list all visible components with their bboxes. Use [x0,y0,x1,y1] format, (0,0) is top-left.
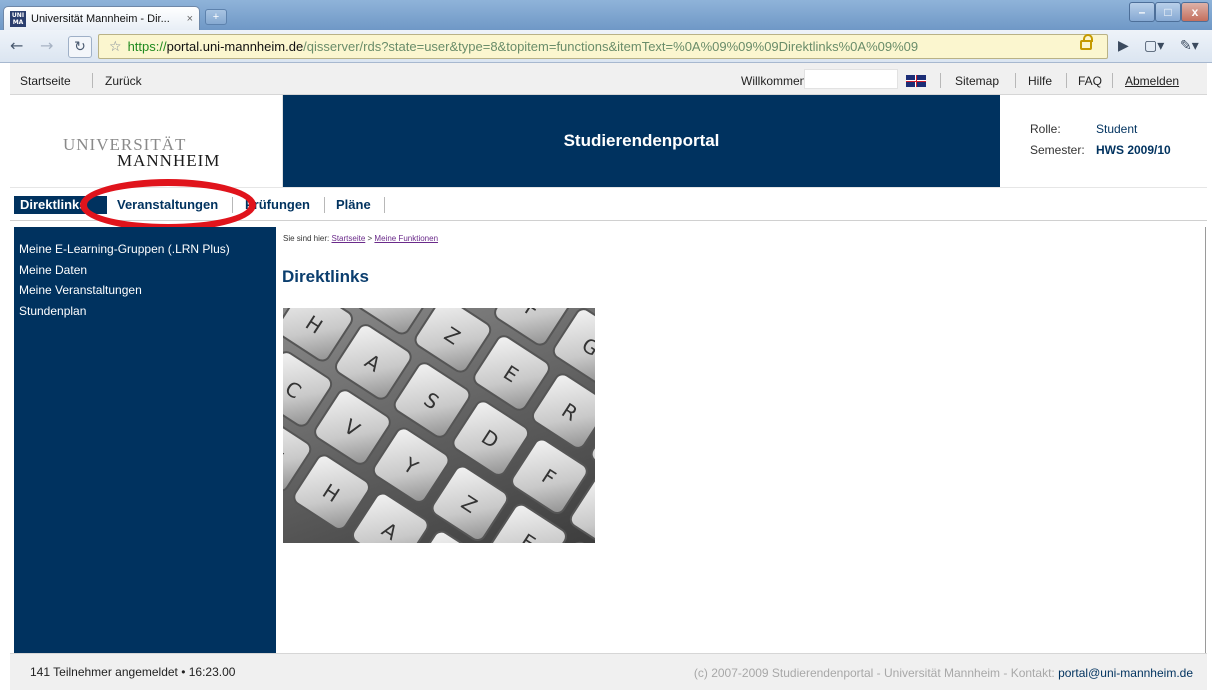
copyright-text: (c) 2007-2009 Studierendenportal - Unive… [694,666,1193,680]
menu-plaene[interactable]: Pläne [330,196,377,214]
portal-header: UNIVERSITÄT MANNHEIM Studierendenportal … [10,95,1207,187]
nav-faq-link[interactable]: FAQ [1078,74,1102,88]
play-arrow-icon[interactable]: ▶ [1118,38,1129,54]
divider [1112,73,1113,88]
bookmark-star-icon[interactable]: ☆ [109,39,122,55]
breadcrumb-prefix: Sie sind hier: [283,234,330,243]
main-menu: Direktlinks Veranstaltungen Prüfungen Pl… [10,179,1207,231]
role-value: Student [1096,122,1138,136]
nav-hilfe-link[interactable]: Hilfe [1028,74,1052,88]
role-info: Rolle: Student Semester: HWS 2009/10 [1000,95,1207,187]
semester-value: HWS 2009/10 [1096,143,1171,157]
sidebar: Meine E-Learning-Gruppen (.LRN Plus) Mei… [14,227,276,653]
browser-tab[interactable]: UNI MA Universität Mannheim - Dir... × [3,6,200,30]
tab-title: Universität Mannheim - Dir... [31,12,170,25]
logo-line-2: MANNHEIM [117,151,221,170]
divider [384,197,385,213]
nav-startseite-link[interactable]: Startseite [20,74,71,88]
new-tab-button[interactable]: + [205,9,227,25]
welcome-text: Willkommen, [741,74,810,88]
breadcrumb: Sie sind hier: Startseite > Meine Funkti… [283,234,438,243]
semester-label: Semester: [1030,143,1085,157]
keyboard-illustration: ASDFGXCVYZERTWHASDFGXCVYZERTWHASDFG [283,308,595,543]
portal-title: Studierendenportal [563,131,720,150]
address-bar[interactable]: ☆ https:// portal.uni-mannheim.de /qisse… [98,34,1108,59]
sidebar-item-meine-veranstaltungen[interactable]: Meine Veranstaltungen [14,280,276,301]
page-menu-icon[interactable]: ▢▾ [1144,38,1164,54]
english-flag-icon[interactable] [906,75,926,87]
university-logo[interactable]: UNIVERSITÄT MANNHEIM [10,95,283,187]
sidebar-item-elearning[interactable]: Meine E-Learning-Gruppen (.LRN Plus) [14,239,276,260]
reload-icon[interactable]: ↻ [68,36,92,58]
divider [1066,73,1067,88]
divider [324,197,325,213]
minimize-button[interactable]: – [1129,2,1155,22]
sidebar-item-stundenplan[interactable]: Stundenplan [14,301,276,322]
username-field [804,69,898,89]
portal-banner: Studierendenportal [283,95,1000,187]
divider [940,73,941,88]
divider [1015,73,1016,88]
university-favicon-icon: UNI MA [10,10,26,27]
sidebar-item-meine-daten[interactable]: Meine Daten [14,260,276,281]
breadcrumb-separator: > [367,234,373,243]
lock-icon[interactable] [1080,34,1093,50]
copyright-label: (c) 2007-2009 Studierendenportal - Unive… [693,666,1055,680]
wrench-menu-icon[interactable]: ✎▾ [1180,38,1199,54]
page-heading: Direktlinks [282,267,369,286]
window-titlebar: UNI MA Universität Mannheim - Dir... × +… [0,0,1212,30]
url-scheme: https:// [127,39,167,54]
footer: 141 Teilnehmer angemeldet • 16:23.00 (c)… [10,653,1207,690]
back-arrow-icon[interactable]: ← [10,37,23,55]
nav-zurueck-link[interactable]: Zurück [105,74,142,88]
forward-arrow-icon[interactable]: → [40,37,53,55]
online-users-status: 141 Teilnehmer angemeldet • 16:23.00 [30,665,236,679]
keyboard-image: ASDFGXCVYZERTWHASDFGXCVYZERTWHASDFG [283,308,595,543]
maximize-button[interactable]: □ [1155,2,1181,22]
close-window-button[interactable]: x [1181,2,1209,22]
role-label: Rolle: [1030,122,1061,136]
nav-sitemap-link[interactable]: Sitemap [955,74,999,88]
url-path: /qisserver/rds?state=user&type=8&topitem… [303,39,919,54]
breadcrumb-startseite-link[interactable]: Startseite [331,234,365,243]
red-highlight-annotation [80,179,256,231]
main-content: Sie sind hier: Startseite > Meine Funkti… [276,227,1206,653]
divider [92,73,93,88]
portal-page: Startseite Zurück Willkommen, Sitemap Hi… [10,63,1207,690]
breadcrumb-meine-funktionen-link[interactable]: Meine Funktionen [374,234,438,243]
url-host: portal.uni-mannheim.de [166,39,304,54]
top-navigation: Startseite Zurück Willkommen, Sitemap Hi… [10,63,1207,95]
tab-close-icon[interactable]: × [187,13,193,25]
contact-email-link[interactable]: portal@uni-mannheim.de [1058,666,1193,680]
browser-toolbar: ← → ↻ ☆ https:// portal.uni-mannheim.de … [0,30,1212,63]
nav-abmelden-link[interactable]: Abmelden [1125,74,1179,88]
